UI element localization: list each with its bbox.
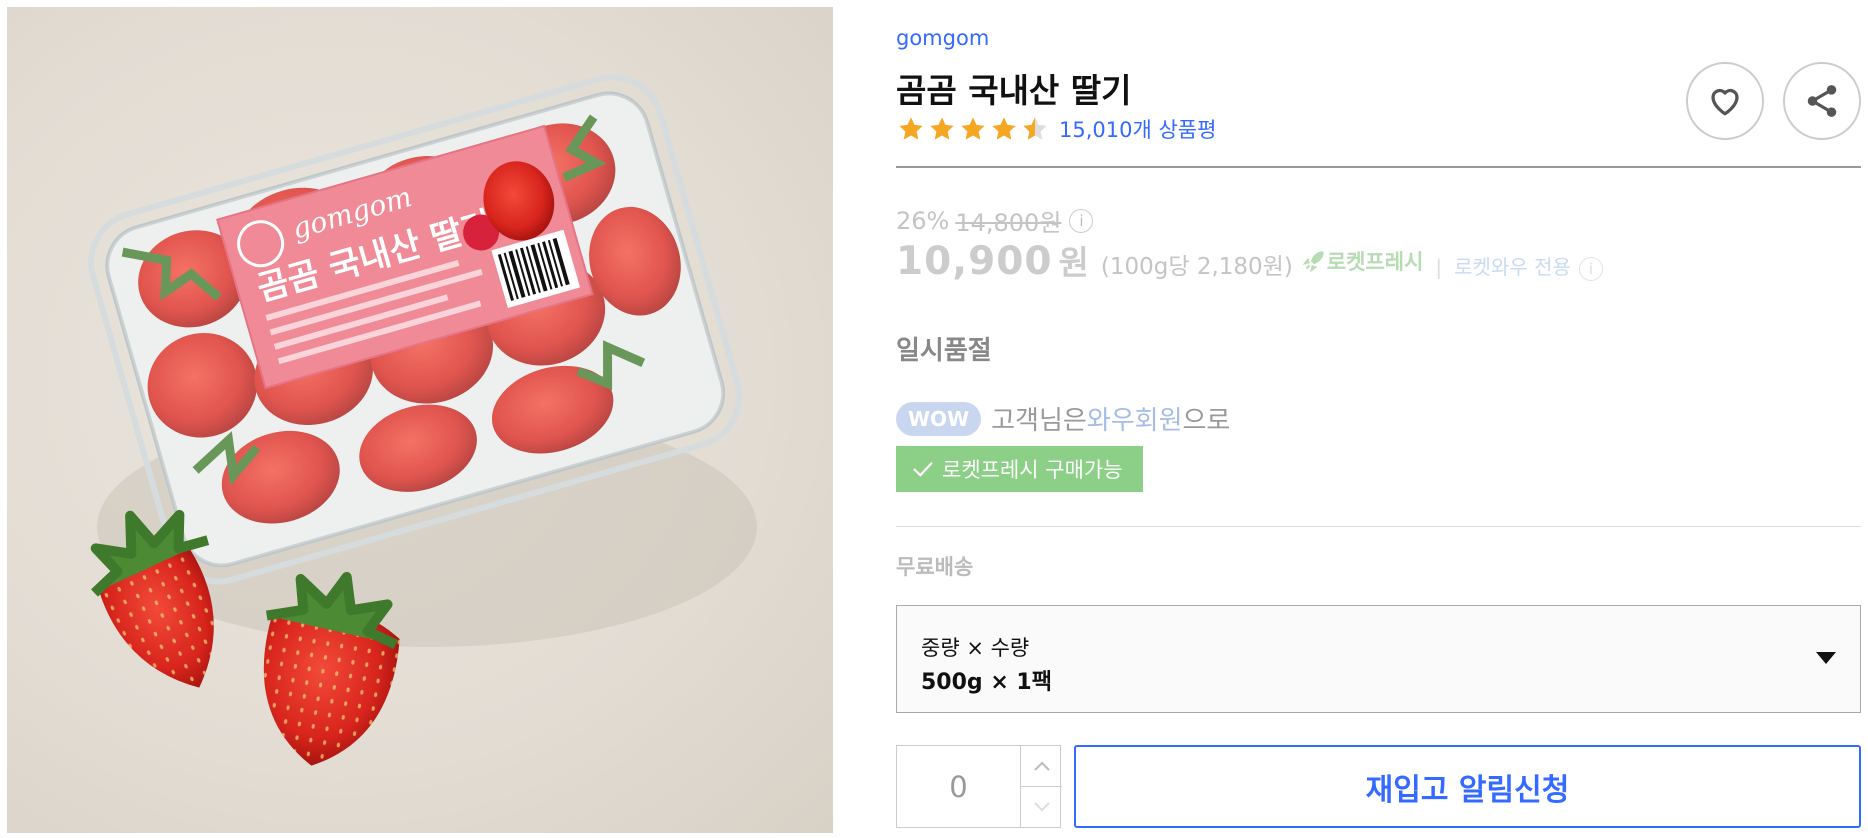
share-button[interactable] xyxy=(1783,62,1861,140)
star-icon xyxy=(961,117,985,140)
heart-icon xyxy=(1711,88,1739,116)
separator: | xyxy=(1435,255,1443,279)
shipping-info: 무료배송 xyxy=(896,555,974,579)
rocket-fresh-label: 로켓프레시 xyxy=(1326,250,1424,274)
wow-badge: WOW xyxy=(896,401,982,436)
caret-down-icon xyxy=(1816,652,1836,664)
rocket-fresh-available-badge: 로켓프레시 구매가능 xyxy=(896,446,1143,492)
quantity-stepper[interactable]: 0 xyxy=(896,745,1062,828)
product-photo-illustration: gomgom 곰곰 국내산 딸기 xyxy=(88,74,757,766)
rocket-fresh-available-label: 로켓프레시 구매가능 xyxy=(942,458,1123,482)
review-count-link[interactable]: 15,010개 상품평 xyxy=(1059,114,1216,144)
rocket-wow-only: 로켓와우 전용 xyxy=(1454,255,1571,279)
info-icon[interactable]: i xyxy=(1069,208,1094,233)
star-icon xyxy=(899,117,923,140)
chevron-up-icon xyxy=(1033,761,1050,771)
product-info-panel: gomgom 곰곰 국내산 딸기 15,010개 상품평 26% 14,800원… xyxy=(896,0,1861,838)
product-image[interactable]: gomgom 곰곰 국내산 딸기 xyxy=(7,7,833,833)
check-icon xyxy=(913,461,933,477)
price-row: 10,900 원 (100g당 2,180원) 로켓프레시 | 로켓와우 전용 … xyxy=(896,236,1603,284)
discount-rate: 26% xyxy=(896,206,950,235)
chevron-down-icon xyxy=(1033,802,1050,812)
star-icon xyxy=(930,117,954,140)
restock-notify-button[interactable]: 재입고 알림신청 xyxy=(1074,745,1861,828)
brand-link[interactable]: gomgom xyxy=(896,26,989,50)
option-select[interactable]: 중량 × 수량 500g × 1팩 xyxy=(896,605,1861,713)
info-icon[interactable]: i xyxy=(1578,257,1603,281)
rocket-fresh-badge: 로켓프레시 xyxy=(1301,246,1424,276)
divider xyxy=(896,526,1861,527)
quantity-decrease-button[interactable] xyxy=(1020,787,1062,827)
wishlist-button[interactable] xyxy=(1686,62,1764,140)
original-price: 14,800원 xyxy=(955,209,1062,237)
sale-price: 10,900 xyxy=(896,239,1053,284)
option-label: 중량 × 수량 xyxy=(921,636,1030,660)
wow-member-row: WOW 고객님은 와우회원 으로 xyxy=(896,400,1230,437)
product-title: 곰곰 국내산 딸기 xyxy=(896,71,1132,110)
soldout-status: 일시품절 xyxy=(896,336,992,366)
discount-row: 26% 14,800원 i xyxy=(896,203,1094,238)
wow-member-text: 와우회원 xyxy=(1086,406,1183,436)
share-icon xyxy=(1807,85,1837,117)
divider xyxy=(896,166,1861,168)
quantity-increase-button[interactable] xyxy=(1020,746,1062,787)
rating-stars xyxy=(896,115,1051,143)
star-icon xyxy=(992,117,1016,140)
wow-text-before: 고객님은 xyxy=(991,406,1087,436)
half-star-icon xyxy=(1023,117,1047,140)
rating-row[interactable]: 15,010개 상품평 xyxy=(896,114,1216,144)
wow-text-after: 으로 xyxy=(1182,406,1231,436)
option-value: 500g × 1팩 xyxy=(921,670,1052,695)
price-currency: 원 xyxy=(1058,243,1089,282)
rocket-icon xyxy=(1302,251,1324,273)
unit-price: (100g당 2,180원) xyxy=(1100,254,1293,280)
quantity-input[interactable]: 0 xyxy=(897,746,1020,827)
